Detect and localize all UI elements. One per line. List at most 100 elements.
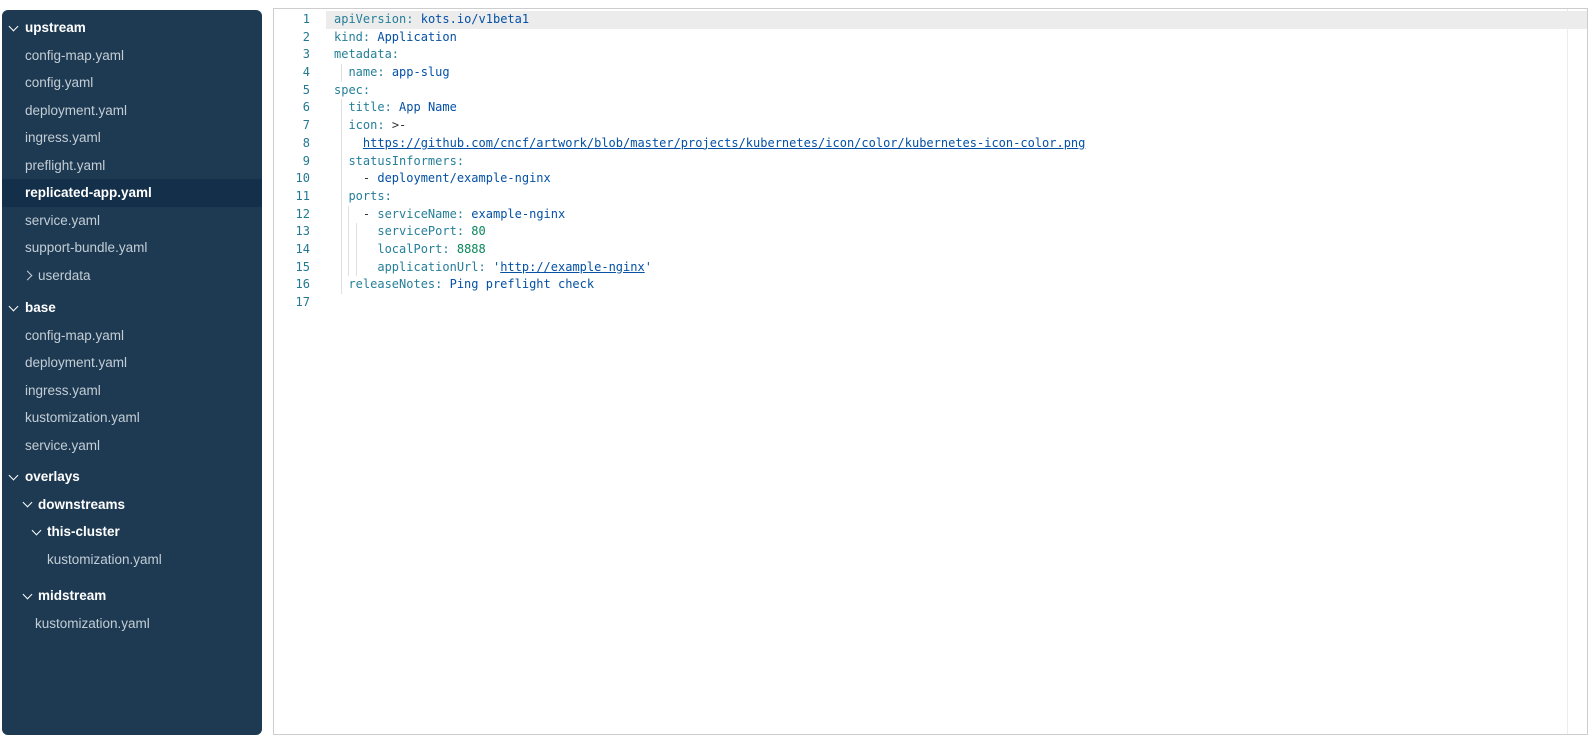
code-token: name: <box>348 65 384 79</box>
line-number: 2 <box>274 29 310 47</box>
code-area[interactable]: 1apiVersion: kots.io/v1beta12 kind: Appli… <box>274 9 1587 312</box>
tree-item-label: kustomization.yaml <box>25 410 140 425</box>
tree-item-kustomization-yaml[interactable]: kustomization.yaml <box>2 404 262 432</box>
tree-item-upstream[interactable]: upstream <box>2 14 262 42</box>
chevron-down-icon[interactable] <box>9 21 19 31</box>
code-token <box>334 171 363 185</box>
line-content: - serviceName: example-nginx <box>326 206 1587 224</box>
code-line: 4 name: app-slug <box>274 64 1587 82</box>
code-token: Ping preflight check <box>450 277 595 291</box>
line-number: 16 <box>274 276 310 294</box>
code-token <box>385 65 392 79</box>
tree-item-downstreams[interactable]: downstreams <box>2 491 262 519</box>
line-content: name: app-slug <box>326 64 1587 82</box>
tree-item-ingress-yaml[interactable]: ingress.yaml <box>2 124 262 152</box>
kots-file-editor: upstreamconfig-map.yamlconfig.yamldeploy… <box>0 0 1590 746</box>
chevron-down-icon[interactable] <box>32 525 42 535</box>
code-token <box>334 136 363 150</box>
tree-item-label: support-bundle.yaml <box>25 240 147 255</box>
tree-item-label: kustomization.yaml <box>47 552 162 567</box>
line-number: 11 <box>274 188 310 206</box>
chevron-down-icon[interactable] <box>9 301 19 311</box>
tree-item-userdata[interactable]: userdata <box>2 262 262 290</box>
line-content: applicationUrl: 'http://example-nginx' <box>326 259 1587 277</box>
tree-item-label: config.yaml <box>25 75 93 90</box>
tree-item-deployment-yaml[interactable]: deployment.yaml <box>2 97 262 125</box>
code-token: localPort: <box>377 242 449 256</box>
code-token: kind: <box>334 30 370 44</box>
code-token: title: <box>348 100 391 114</box>
code-line: 6 title: App Name <box>274 99 1587 117</box>
code-line: 1apiVersion: kots.io/v1beta1 <box>274 11 1587 29</box>
tree-item-service-yaml[interactable]: service.yaml <box>2 432 262 460</box>
code-link[interactable]: https://github.com/cncf/artwork/blob/mas… <box>363 136 1085 150</box>
code-token: spec: <box>334 83 370 97</box>
line-content: icon: >- <box>326 117 1587 135</box>
code-token: apiVersion: <box>334 12 413 26</box>
indent-guide <box>348 206 349 224</box>
tree-item-label: config-map.yaml <box>25 328 124 343</box>
indent-guide <box>341 223 342 241</box>
tree-item-kustomization-yaml[interactable]: kustomization.yaml <box>2 546 262 574</box>
indent-guide <box>356 259 357 277</box>
tree-item-overlays[interactable]: overlays <box>2 463 262 491</box>
chevron-down-icon[interactable] <box>23 589 33 599</box>
code-line: 10 - deployment/example-nginx <box>274 170 1587 188</box>
line-number: 4 <box>274 64 310 82</box>
tree-item-this-cluster[interactable]: this-cluster <box>2 518 262 546</box>
line-content: metadata: <box>326 46 1587 64</box>
code-token: applicationUrl: <box>377 260 485 274</box>
tree-item-preflight-yaml[interactable]: preflight.yaml <box>2 152 262 180</box>
code-token: - <box>363 207 377 221</box>
code-line: 12 - serviceName: example-nginx <box>274 206 1587 224</box>
line-number: 15 <box>274 259 310 277</box>
tree-item-config-map-yaml[interactable]: config-map.yaml <box>2 42 262 70</box>
code-token: ports: <box>348 189 391 203</box>
code-line: 3metadata: <box>274 46 1587 64</box>
line-number: 7 <box>274 117 310 135</box>
code-link[interactable]: http://example-nginx <box>500 260 645 274</box>
tree-item-label: kustomization.yaml <box>35 616 150 631</box>
chevron-right-icon[interactable] <box>23 271 33 281</box>
code-line: 16 releaseNotes: Ping preflight check <box>274 276 1587 294</box>
tree-item-base[interactable]: base <box>2 294 262 322</box>
indent-guide <box>341 64 342 82</box>
tree-item-label: base <box>25 300 56 315</box>
tree-item-label: preflight.yaml <box>25 158 105 173</box>
code-token: App Name <box>399 100 457 114</box>
tree-item-ingress-yaml[interactable]: ingress.yaml <box>2 377 262 405</box>
yaml-editor[interactable]: 1apiVersion: kots.io/v1beta12 kind: Appli… <box>273 8 1588 735</box>
indent-guide <box>341 259 342 277</box>
tree-item-midstream[interactable]: midstream <box>2 582 262 610</box>
code-token: Application <box>377 30 456 44</box>
line-content: kind: Application <box>326 29 1587 47</box>
tree-item-replicated-app-yaml[interactable]: replicated-app.yaml <box>2 179 262 207</box>
tree-item-label: replicated-app.yaml <box>25 185 152 200</box>
chevron-down-icon[interactable] <box>23 498 33 508</box>
line-number: 13 <box>274 223 310 241</box>
code-token <box>392 100 399 114</box>
tree-item-deployment-yaml[interactable]: deployment.yaml <box>2 349 262 377</box>
line-content: - deployment/example-nginx <box>326 170 1587 188</box>
tree-item-support-bundle-yaml[interactable]: support-bundle.yaml <box>2 234 262 262</box>
tree-item-label: this-cluster <box>47 524 120 539</box>
tree-item-service-yaml[interactable]: service.yaml <box>2 207 262 235</box>
code-line: 9 statusInformers: <box>274 153 1587 171</box>
line-number: 6 <box>274 99 310 117</box>
line-content: releaseNotes: Ping preflight check <box>326 276 1587 294</box>
code-line: 7 icon: >- <box>274 117 1587 135</box>
tree-item-config-map-yaml[interactable]: config-map.yaml <box>2 322 262 350</box>
code-token: ' <box>645 260 652 274</box>
line-number: 12 <box>274 206 310 224</box>
code-token: releaseNotes: <box>348 277 442 291</box>
code-token: deployment/example-nginx <box>377 171 550 185</box>
line-number: 10 <box>274 170 310 188</box>
chevron-down-icon[interactable] <box>9 470 19 480</box>
code-token: serviceName: <box>377 207 464 221</box>
indent-guide <box>341 99 342 117</box>
tree-item-kustomization-yaml[interactable]: kustomization.yaml <box>2 610 262 638</box>
indent-guide <box>341 241 342 259</box>
tree-item-config-yaml[interactable]: config.yaml <box>2 69 262 97</box>
code-token: 80 <box>471 224 485 238</box>
code-token: example-nginx <box>471 207 565 221</box>
